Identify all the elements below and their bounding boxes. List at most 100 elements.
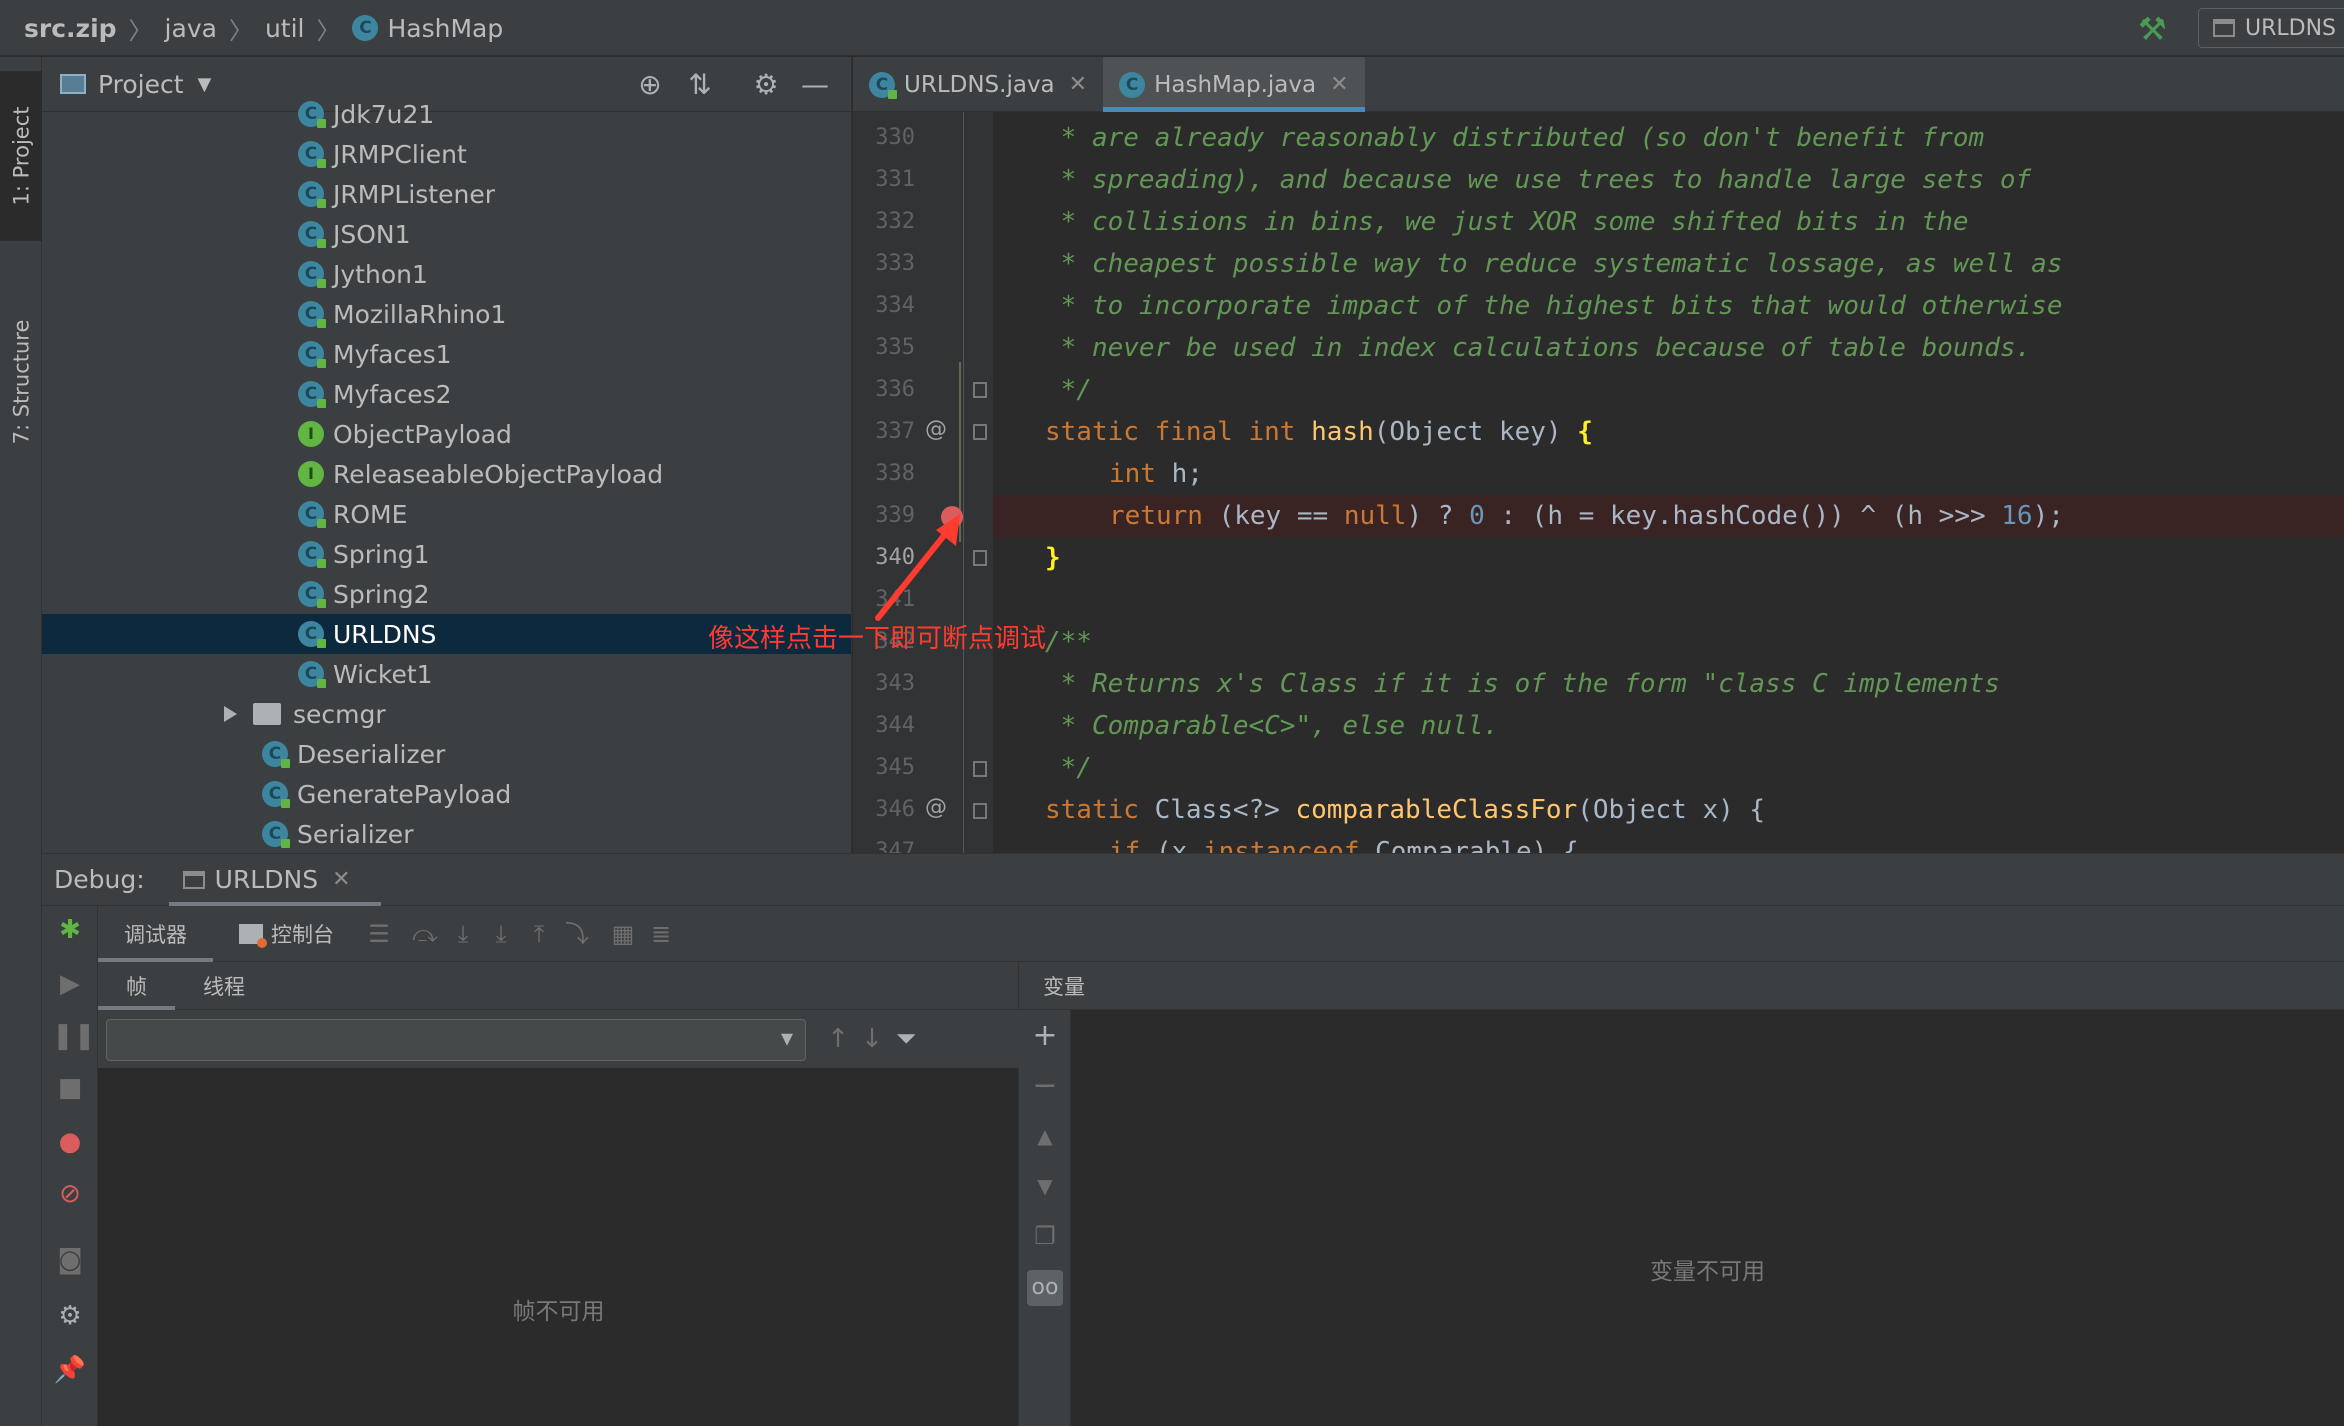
tab-threads[interactable]: 线程 [175, 962, 273, 1010]
override-marker-icon[interactable]: @ [925, 795, 947, 820]
breadcrumb-java[interactable]: java [165, 14, 217, 43]
tree-item-wicket1[interactable]: C Wicket1 [42, 654, 851, 694]
close-icon[interactable]: ✕ [1069, 72, 1087, 97]
tab-urldns-java[interactable]: C URLDNS.java ✕ [853, 57, 1103, 112]
stop-icon[interactable]: ■ [52, 1070, 88, 1106]
tree-item-spring2[interactable]: C Spring2 [42, 574, 851, 614]
resume-icon[interactable]: ▶ [52, 966, 88, 1002]
editor-gutter[interactable]: 330 331 332 333 334 335 336 337 338 339 … [853, 112, 993, 853]
fold-icon[interactable] [973, 382, 987, 398]
tree-item-mozillarhino1[interactable]: C MozillaRhino1 [42, 294, 851, 334]
tree-item-serializer[interactable]: C Serializer [42, 814, 851, 853]
code-token: (Object key) [1373, 417, 1578, 447]
tree-item-secmgr[interactable]: secmgr [42, 694, 851, 734]
tree-item-rome[interactable]: C ROME [42, 494, 851, 534]
class-icon: C [298, 661, 326, 688]
breadcrumb-hashmap[interactable]: C HashMap [352, 14, 503, 43]
tab-frames-label: 帧 [126, 974, 147, 999]
fold-icon[interactable] [973, 803, 987, 819]
tab-hashmap-java[interactable]: C HashMap.java ✕ [1103, 57, 1365, 112]
tab-frames[interactable]: 帧 [98, 962, 175, 1010]
tree-item-myfaces2[interactable]: C Myfaces2 [42, 374, 851, 414]
bug-icon[interactable]: ✱ [52, 912, 88, 948]
camera-icon[interactable]: ◙ [52, 1242, 88, 1278]
glasses-icon[interactable]: oo [1027, 1270, 1063, 1306]
pause-icon[interactable]: ❚❚ [52, 1018, 96, 1054]
tab-debugger[interactable]: 调试器 [98, 906, 213, 962]
build-hammer-icon[interactable]: ⚒ [2138, 10, 2167, 48]
class-icon: C [298, 581, 326, 608]
left-tool-stripe: 1: Project 7: Structure [0, 57, 42, 1426]
tree-item-label: JRMPListener [333, 179, 495, 209]
tree-item-json1[interactable]: C JSON1 [42, 214, 851, 254]
breadcrumb-separator-icon: 〉 [128, 16, 153, 45]
remove-watch-icon[interactable]: − [1027, 1068, 1063, 1104]
fold-icon[interactable] [973, 424, 987, 440]
tree-item-spring1[interactable]: C Spring1 [42, 534, 851, 574]
tree-item-jdk7u21[interactable]: C Jdk7u21 [42, 94, 851, 134]
code-token: (Object x) { [1577, 795, 1766, 825]
tree-item-label: ReleaseableObjectPayload [333, 459, 664, 489]
run-configuration-selector[interactable]: URLDNS [2198, 8, 2344, 48]
thread-selector[interactable] [106, 1019, 806, 1061]
close-icon[interactable]: ✕ [1330, 72, 1348, 97]
breadcrumb-util[interactable]: util [265, 14, 305, 43]
filter-icon[interactable]: ⏷ [888, 1020, 924, 1058]
tree-item-jrmpclient[interactable]: C JRMPClient [42, 134, 851, 174]
tree-item-label: JSON1 [333, 219, 411, 249]
layout-icon[interactable]: ☰ [360, 906, 398, 962]
debug-session-tab[interactable]: URLDNS ✕ [168, 854, 381, 906]
override-marker-icon[interactable]: @ [925, 417, 947, 442]
tree-item-jython1[interactable]: C Jython1 [42, 254, 851, 294]
copy-icon[interactable]: ❐ [1027, 1218, 1063, 1254]
tab-console-label: 控制台 [271, 922, 334, 947]
breadcrumb-src-zip[interactable]: src.zip [24, 14, 117, 43]
arrow-up-icon[interactable]: ↑ [820, 1020, 856, 1058]
gear-icon[interactable]: ⚙ [52, 1298, 88, 1334]
pin-icon[interactable]: 📌 [52, 1352, 88, 1388]
code-editor: C URLDNS.java ✕ C HashMap.java ✕ 330 331… [853, 57, 2344, 853]
code-line: * to incorporate impact of the highest b… [1045, 291, 2063, 321]
chevron-down-icon[interactable]: ▼ [198, 74, 212, 95]
code-line-breakpoint: return (key == null) ? 0 : (h = key.hash… [993, 495, 2344, 537]
trace-icon[interactable]: ≣ [642, 906, 680, 962]
tree-item-myfaces1[interactable]: C Myfaces1 [42, 334, 851, 374]
force-step-into-icon[interactable]: ⤓ [482, 906, 520, 962]
frames-toolbar: ↑ ↓ ⏷ [98, 1010, 1019, 1068]
tree-item-label: Myfaces2 [333, 379, 452, 409]
code-content[interactable]: * are already reasonably distributed (so… [993, 112, 2344, 853]
variables-header: 变量 [1019, 962, 2344, 1010]
step-into-icon[interactable]: ⤓ [444, 906, 482, 962]
move-down-icon[interactable]: ▼ [1027, 1168, 1063, 1204]
tool-tab-project[interactable]: 1: Project [0, 71, 42, 241]
tab-console[interactable]: 控制台 [213, 906, 360, 962]
close-icon[interactable]: ✕ [332, 867, 350, 892]
frames-empty-message: 帧不可用 [512, 1299, 605, 1325]
tree-item-deserializer[interactable]: C Deserializer [42, 734, 851, 774]
code-line: static Class<?> comparableClassFor(Objec… [993, 789, 2344, 831]
add-watch-icon[interactable]: + [1027, 1018, 1063, 1054]
line-number: 337 [875, 419, 915, 444]
code-line: */ [1045, 753, 1092, 783]
tree-item-generatepayload[interactable]: C GeneratePayload [42, 774, 851, 814]
move-up-icon[interactable]: ▲ [1027, 1118, 1063, 1154]
tool-tab-structure[interactable]: 7: Structure [0, 287, 42, 477]
navigation-bar: src.zip 〉 java 〉 util 〉 C HashMap ⚒ URLD… [0, 0, 2344, 56]
arrow-down-icon[interactable]: ↓ [854, 1020, 890, 1058]
view-breakpoints-icon[interactable]: ● [52, 1124, 88, 1160]
tree-item-releaseableobjectpayload[interactable]: I ReleaseableObjectPayload [42, 454, 851, 494]
class-icon: C [352, 15, 379, 41]
code-token: h; [1171, 459, 1203, 489]
code-token: 0 [1469, 501, 1485, 531]
tree-item-objectpayload[interactable]: I ObjectPayload [42, 414, 851, 454]
step-over-icon[interactable]: ⤼ [406, 906, 444, 962]
step-out-icon[interactable]: ⤒ [520, 906, 558, 962]
evaluate-expression-icon[interactable]: ▦ [604, 906, 642, 962]
tree-item-jrmplistener[interactable]: C JRMPListener [42, 174, 851, 214]
mute-breakpoints-icon[interactable]: ⊘ [52, 1176, 88, 1212]
class-icon: C [298, 141, 326, 168]
fold-icon[interactable] [973, 761, 987, 777]
expand-arrow-icon[interactable] [224, 706, 237, 722]
run-to-cursor-icon[interactable]: ⤵ [558, 906, 596, 962]
code-line: * are already reasonably distributed (so… [1045, 123, 1985, 153]
